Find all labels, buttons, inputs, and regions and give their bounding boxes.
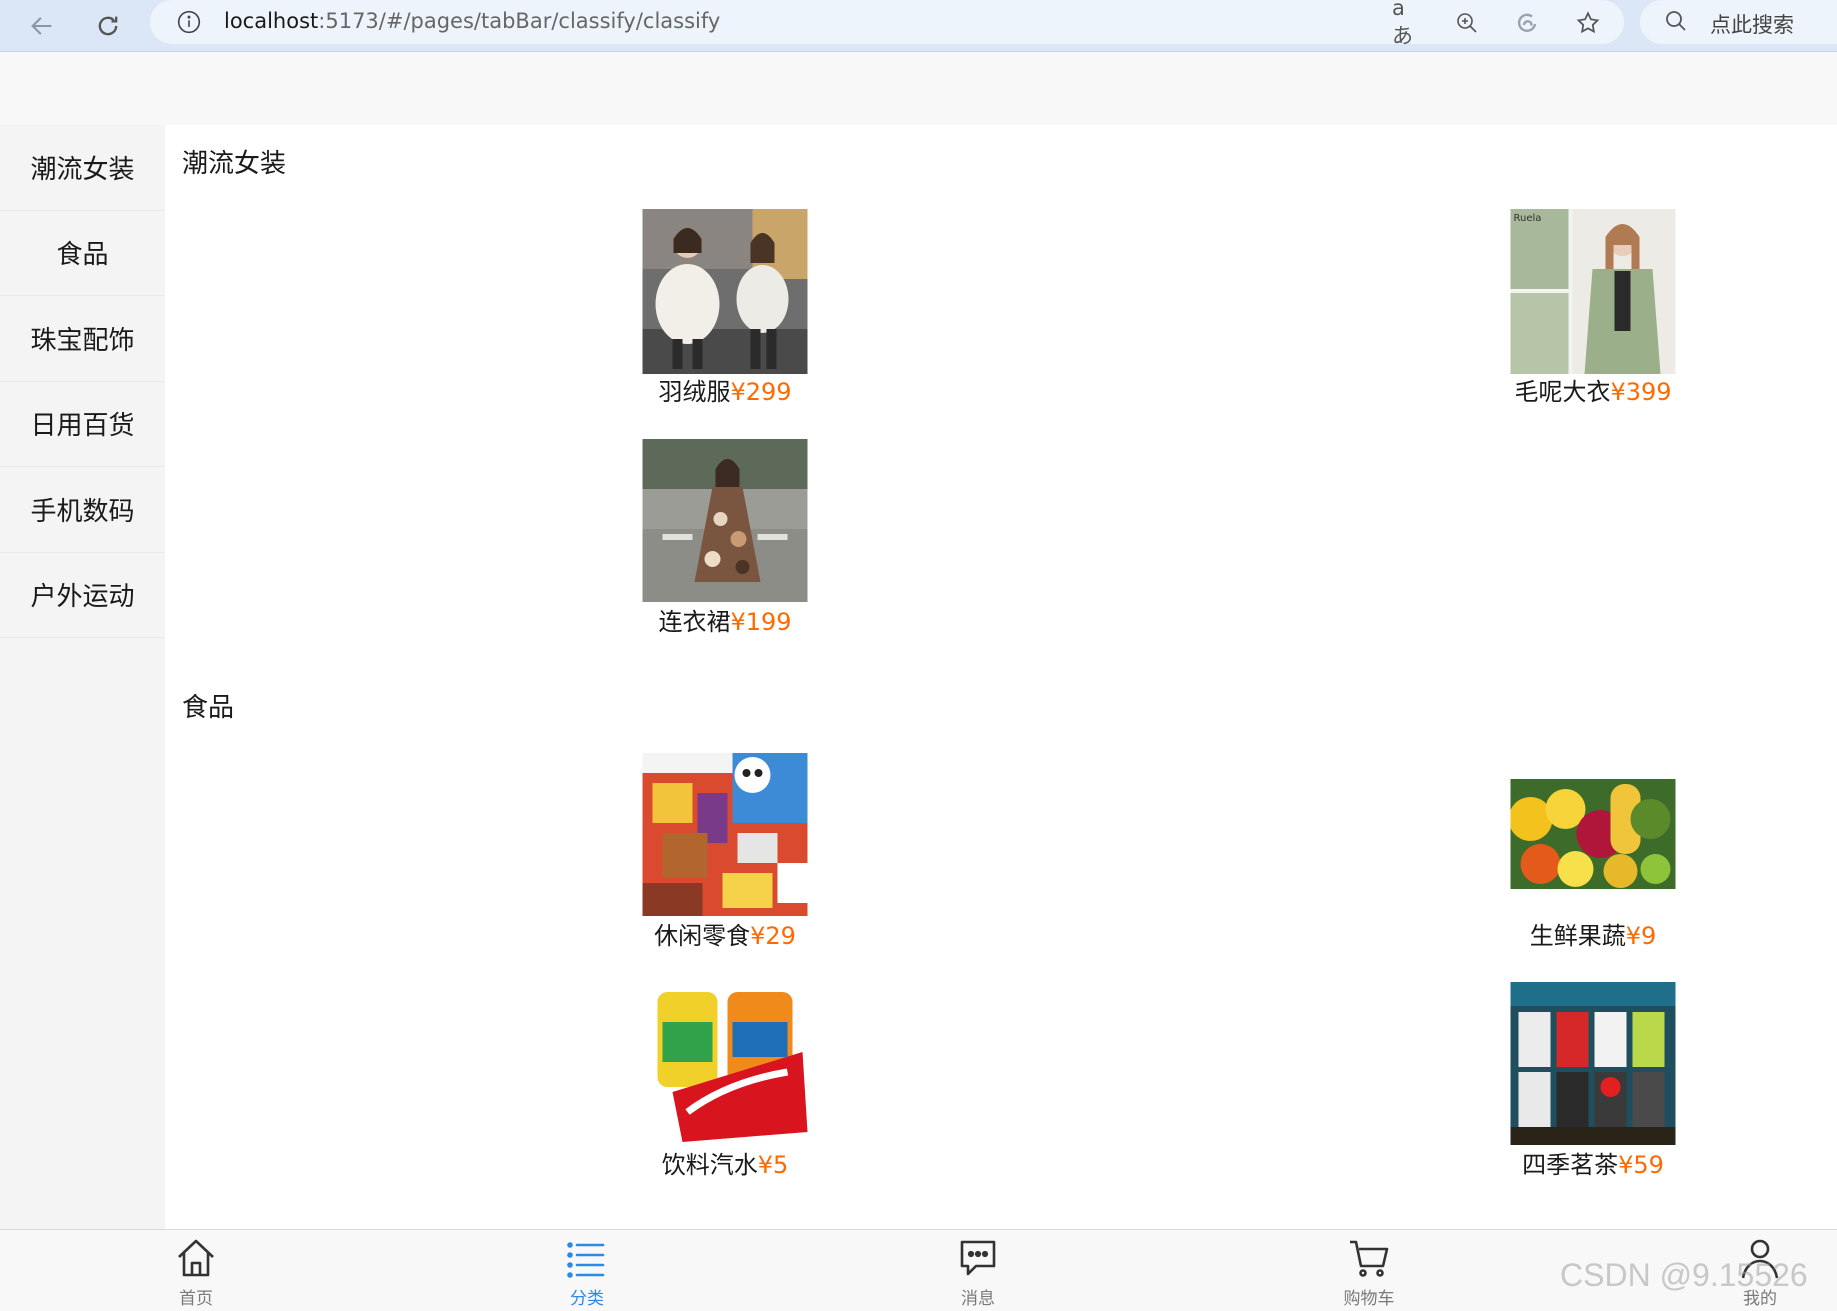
- tab-cart[interactable]: 购物车: [1309, 1236, 1429, 1309]
- product-name: 羽绒服: [658, 378, 731, 406]
- reload-icon: [98, 16, 118, 36]
- product-caption: 饮料汽水¥5: [615, 1145, 835, 1180]
- sidebar-item-label: 食品: [56, 240, 109, 271]
- product-name: 休闲零食: [654, 922, 751, 950]
- tab-label: 首页: [179, 1289, 213, 1309]
- sidebar-item-label: 潮流女装: [30, 154, 135, 185]
- favorite-star-icon[interactable]: [1574, 9, 1602, 37]
- browser-search-box[interactable]: 点此搜索: [1640, 0, 1837, 44]
- home-icon: [174, 1236, 218, 1280]
- product-price: ¥9: [1625, 922, 1657, 950]
- sidebar-item-jewelry[interactable]: 珠宝配饰: [0, 296, 165, 382]
- search-icon: [1664, 9, 1690, 35]
- product-image: [642, 439, 808, 602]
- edge-icon[interactable]: [1513, 9, 1541, 37]
- product-image: Ruela: [1510, 209, 1676, 374]
- tab-label: 购物车: [1343, 1289, 1395, 1309]
- sidebar-item-outdoor[interactable]: 户外运动: [0, 553, 165, 638]
- tab-label: 消息: [961, 1289, 995, 1309]
- product-price: ¥29: [750, 922, 796, 950]
- product-name: 连衣裙: [658, 608, 731, 636]
- product-caption: 四季茗茶¥59: [1483, 1145, 1703, 1180]
- page-header: [0, 52, 1837, 125]
- product-card[interactable]: 生鲜果蔬¥9: [1483, 753, 1703, 963]
- product-caption: 羽绒服¥299: [615, 372, 835, 407]
- search-placeholder: 点此搜索: [1710, 13, 1794, 37]
- product-price: ¥5: [757, 1151, 789, 1179]
- product-image: [642, 753, 808, 916]
- product-card[interactable]: Ruela 毛呢大衣¥399: [1483, 209, 1703, 419]
- product-card[interactable]: 饮料汽水¥5: [615, 982, 835, 1192]
- sidebar-item-label: 日用百货: [30, 411, 135, 442]
- product-image: [642, 982, 808, 1145]
- product-card[interactable]: 连衣裙¥199: [615, 439, 835, 649]
- url-path: :5173/#/pages/tabBar/classify/classify: [318, 9, 721, 33]
- product-list: 潮流女装 羽绒服¥299 Ruela 毛呢大衣¥399 连衣裙¥199 食品 休…: [165, 125, 1837, 1229]
- sidebar-item-women-fashion[interactable]: 潮流女装: [0, 125, 165, 211]
- tab-messages[interactable]: 消息: [918, 1236, 1038, 1309]
- url-text[interactable]: localhost:5173/#/pages/tabBar/classify/c…: [224, 9, 720, 33]
- category-sidebar: 潮流女装 食品 珠宝配饰 日用百货 手机数码 户外运动: [0, 125, 165, 1229]
- list-icon: [565, 1236, 609, 1280]
- product-caption: 生鲜果蔬¥9: [1483, 916, 1703, 951]
- section-title: 潮流女装: [182, 149, 287, 179]
- product-caption: 毛呢大衣¥399: [1483, 372, 1703, 407]
- info-icon[interactable]: [176, 9, 202, 35]
- product-card[interactable]: 休闲零食¥29: [615, 753, 835, 963]
- product-name: 毛呢大衣: [1514, 378, 1611, 406]
- reload-button[interactable]: [88, 6, 128, 46]
- sidebar-item-label: 手机数码: [30, 496, 135, 527]
- svg-text:Ruela: Ruela: [1514, 213, 1542, 224]
- sidebar-item-food[interactable]: 食品: [0, 211, 165, 296]
- product-card[interactable]: 四季茗茶¥59: [1483, 982, 1703, 1192]
- tab-classify[interactable]: 分类: [527, 1236, 647, 1309]
- zoom-in-icon[interactable]: [1453, 9, 1481, 37]
- sidebar-item-daily-goods[interactable]: 日用百货: [0, 382, 165, 467]
- product-name: 生鲜果蔬: [1529, 922, 1626, 950]
- watermark: CSDN @9.15526: [1560, 1257, 1808, 1293]
- product-image: [642, 209, 808, 374]
- product-caption: 连衣裙¥199: [615, 602, 835, 637]
- product-name: 饮料汽水: [661, 1151, 758, 1179]
- sidebar-item-digital[interactable]: 手机数码: [0, 467, 165, 553]
- tab-label: 分类: [570, 1289, 604, 1309]
- translate-icon[interactable]: aあ: [1392, 0, 1420, 48]
- section-title: 食品: [182, 693, 235, 723]
- url-host: localhost: [224, 9, 319, 33]
- product-price: ¥299: [730, 378, 792, 406]
- address-bar[interactable]: localhost:5173/#/pages/tabBar/classify/c…: [150, 0, 1624, 48]
- sidebar-item-label: 户外运动: [30, 582, 135, 613]
- product-price: ¥399: [1610, 378, 1672, 406]
- product-name: 四季茗茶: [1522, 1151, 1619, 1179]
- cart-icon: [1347, 1236, 1391, 1280]
- product-image: [1510, 982, 1676, 1145]
- product-price: ¥59: [1618, 1151, 1664, 1179]
- browser-toolbar: localhost:5173/#/pages/tabBar/classify/c…: [0, 0, 1837, 52]
- arrow-left-icon: [31, 17, 52, 35]
- product-price: ¥199: [730, 608, 792, 636]
- back-button[interactable]: [22, 6, 62, 46]
- sidebar-item-label: 珠宝配饰: [30, 325, 135, 356]
- product-image: [1510, 779, 1676, 889]
- product-caption: 休闲零食¥29: [615, 916, 835, 951]
- product-card[interactable]: 羽绒服¥299: [615, 209, 835, 419]
- message-icon: [956, 1236, 1000, 1280]
- tab-home[interactable]: 首页: [136, 1236, 256, 1309]
